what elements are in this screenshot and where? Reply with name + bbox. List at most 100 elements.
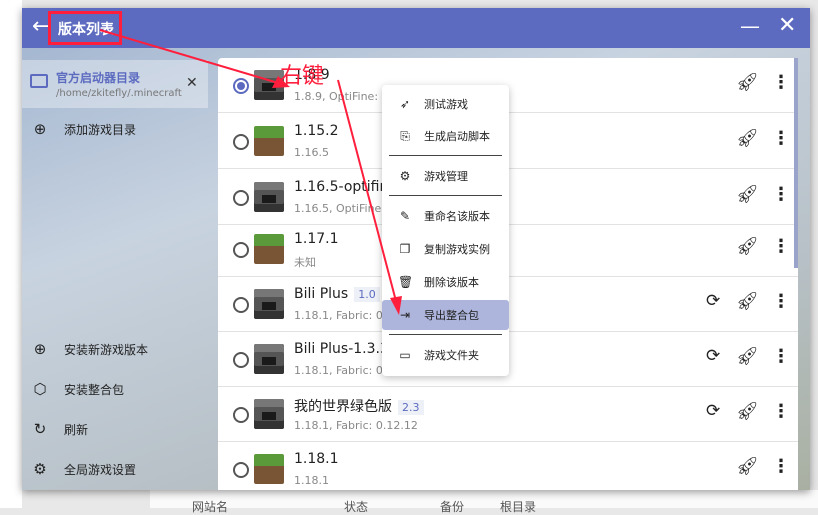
menu-item[interactable]: ▭ 游戏文件夹 — [382, 340, 509, 370]
dir-path: /home/zkitefly/.minecraft — [56, 88, 182, 99]
menu-item[interactable]: ✎ 重命名该版本 — [382, 201, 509, 231]
more-vert-icon[interactable]: ⋮ — [772, 72, 790, 93]
name-text: Bili Plus — [294, 286, 349, 302]
more-vert-icon[interactable]: ⋮ — [772, 236, 790, 257]
bg-col: 状态 — [344, 500, 369, 514]
name-text: Bili Plus-1.3.3 — [294, 341, 389, 357]
label: 添加游戏目录 — [64, 122, 137, 137]
plus-circle-icon: ⊕ — [33, 340, 47, 358]
rocket-icon: ➶ — [399, 97, 411, 111]
bg-col: 网站名 — [192, 500, 229, 514]
background-app — [0, 0, 22, 508]
more-vert-icon[interactable]: ⋮ — [772, 401, 790, 422]
grass-block-icon — [254, 126, 284, 156]
dir-name: 官方启动器目录 — [56, 71, 141, 85]
grass-block-icon — [254, 454, 284, 484]
label: 安装整合包 — [64, 382, 125, 397]
scrollbar[interactable] — [794, 58, 798, 268]
select-radio[interactable] — [233, 190, 249, 206]
gear-icon: ⚙ — [399, 169, 411, 183]
context-menu: ➶ 测试游戏 ⎘ 生成启动脚本 ⚙ 游戏管理 ✎ 重命名该版本 ❐ 复制游戏实例 🗑︎ 删除该版本 ⇥ 导… — [382, 85, 509, 376]
plus-circle-icon: ⊕ — [33, 120, 47, 138]
grass-block-icon — [254, 234, 284, 264]
more-vert-icon[interactable]: ⋮ — [772, 346, 790, 367]
name-text: 1.18.1 — [294, 451, 339, 467]
rocket-launch-icon[interactable]: 🚀︎ — [736, 236, 759, 257]
sidebar-item-official-dir[interactable]: 官方启动器目录 /home/zkitefly/.minecraft ✕ — [22, 60, 208, 108]
menu-item[interactable]: ⚙ 游戏管理 — [382, 161, 509, 191]
menu-item[interactable]: 🗑︎ 删除该版本 — [382, 267, 509, 297]
select-radio[interactable] — [233, 462, 249, 478]
install-version-button[interactable]: ⊕ 安装新游戏版本 — [30, 340, 148, 358]
script-icon: ⎘ — [400, 128, 410, 143]
version-row[interactable]: 1.18.1 1.18.1 🚀︎ ⋮ — [218, 442, 798, 490]
rocket-launch-icon[interactable]: 🚀︎ — [736, 456, 759, 477]
furnace-block-icon — [254, 344, 284, 374]
copy-icon: ❐ — [399, 242, 411, 256]
version-name: Bili Plus-1.3.3 — [294, 341, 389, 357]
update-icon[interactable]: ⟳ — [706, 346, 720, 366]
titlebar: ← 版本列表 — ✕ — [22, 8, 810, 48]
menu-label: 游戏管理 — [424, 170, 468, 183]
more-vert-icon[interactable]: ⋮ — [772, 128, 790, 149]
menu-label: 重命名该版本 — [424, 210, 490, 223]
install-modpack-button[interactable]: ⬡ 安装整合包 — [30, 380, 124, 398]
rocket-launch-icon[interactable]: 🚀︎ — [736, 291, 759, 312]
global-settings-button[interactable]: ⚙ 全局游戏设置 — [30, 460, 136, 478]
label: 全局游戏设置 — [64, 462, 137, 477]
pencil-icon: ✎ — [399, 209, 411, 223]
select-radio[interactable] — [233, 407, 249, 423]
name-text: 我的世界绿色版 — [294, 399, 392, 415]
menu-item[interactable]: ⎘ 生成启动脚本 — [382, 121, 509, 151]
menu-item[interactable]: ➶ 测试游戏 — [382, 89, 509, 119]
select-radio[interactable] — [233, 297, 249, 313]
menu-divider — [389, 334, 502, 335]
version-name: 1.17.1 — [294, 231, 339, 247]
more-vert-icon[interactable]: ⋮ — [772, 184, 790, 205]
more-vert-icon[interactable]: ⋮ — [772, 456, 790, 477]
menu-item[interactable]: ⇥ 导出整合包 — [382, 300, 509, 330]
close-button[interactable]: ✕ — [778, 13, 796, 38]
menu-label: 导出整合包 — [424, 309, 479, 322]
remove-dir-close-icon[interactable]: ✕ — [186, 75, 198, 91]
menu-item[interactable]: ❐ 复制游戏实例 — [382, 234, 509, 264]
furnace-block-icon — [254, 182, 284, 212]
version-name: Bili Plus 1.0 — [294, 286, 380, 302]
sidebar: 官方启动器目录 /home/zkitefly/.minecraft ✕ ⊕ 添加游… — [22, 48, 218, 490]
export-icon: ⇥ — [399, 308, 411, 322]
select-radio[interactable] — [233, 242, 249, 258]
menu-label: 复制游戏实例 — [424, 243, 490, 256]
menu-divider — [389, 195, 502, 196]
version-detail: 1.18.1 — [294, 474, 329, 487]
select-radio[interactable] — [233, 352, 249, 368]
more-vert-icon[interactable]: ⋮ — [772, 291, 790, 312]
rocket-launch-icon[interactable]: 🚀︎ — [736, 72, 759, 93]
menu-label: 生成启动脚本 — [424, 130, 490, 143]
bg-col: 备份 — [440, 500, 465, 514]
version-detail: 1.8.9, OptiFine: — [294, 90, 379, 103]
add-game-dir-button[interactable]: ⊕ 添加游戏目录 — [30, 120, 136, 138]
version-detail: 1.18.1, Fabric: 0 — [294, 364, 383, 377]
version-row[interactable]: 我的世界绿色版 2.3 1.18.1, Fabric: 0.12.12 ⟳ 🚀︎ … — [218, 387, 798, 442]
minimize-button[interactable]: — — [740, 14, 760, 38]
refresh-button[interactable]: ↻ 刷新 — [30, 420, 88, 438]
furnace-block-icon — [254, 399, 284, 429]
furnace-block-icon — [254, 289, 284, 319]
rocket-launch-icon[interactable]: 🚀︎ — [736, 128, 759, 149]
rocket-launch-icon[interactable]: 🚀︎ — [736, 184, 759, 205]
version-name: 1.18.1 — [294, 451, 339, 467]
gear-icon: ⚙ — [33, 460, 47, 478]
version-name: 我的世界绿色版 2.3 — [294, 396, 424, 416]
select-radio[interactable] — [233, 134, 249, 150]
menu-label: 测试游戏 — [424, 98, 468, 111]
version-tag: 1.0 — [354, 287, 380, 302]
version-detail: 未知 — [294, 256, 316, 269]
update-icon[interactable]: ⟳ — [706, 291, 720, 311]
rocket-launch-icon[interactable]: 🚀︎ — [736, 401, 759, 422]
version-detail: 1.16.5 — [294, 146, 329, 159]
folder-icon — [30, 74, 48, 88]
select-radio[interactable] — [233, 78, 249, 94]
rocket-launch-icon[interactable]: 🚀︎ — [736, 346, 759, 367]
update-icon[interactable]: ⟳ — [706, 401, 720, 421]
bg-col: 根目录 — [500, 500, 537, 514]
